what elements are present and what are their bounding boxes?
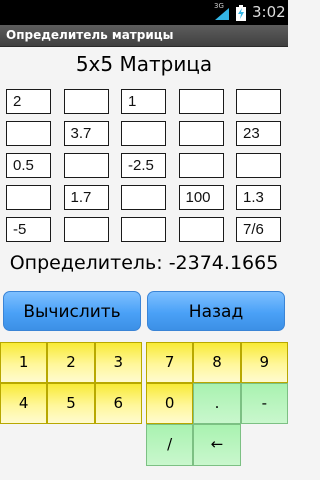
back-button[interactable]: Назад [147,291,285,331]
matrix-cell-2-4[interactable] [178,121,224,146]
matrix-cell-5-1[interactable]: -5 [6,217,51,242]
matrix-cell-2-3[interactable] [121,121,166,146]
matrix-heading: 5x5 Матрица [75,52,213,76]
matrix-cell-1-1[interactable]: 2 [6,89,51,114]
key-2[interactable]: 2 [47,342,95,383]
matrix-cell-4-2[interactable]: 1.7 [63,185,109,210]
key-9[interactable]: 9 [240,342,288,383]
key-8[interactable]: 8 [193,342,241,383]
calculate-button[interactable]: Вычислить [3,291,141,331]
signal-icon [215,8,229,20]
app-title-bar: Определитель матрицы [0,25,288,47]
matrix-cell-4-4[interactable]: 100 [178,185,224,210]
key-0[interactable]: 0 [146,383,194,424]
matrix-cell-3-1[interactable]: 0.5 [6,153,51,178]
matrix-cell-3-4[interactable] [178,153,224,178]
matrix-cell-5-4[interactable] [178,217,224,242]
battery-charging-icon [236,5,246,21]
matrix-cell-4-1[interactable] [6,185,51,210]
matrix-cell-2-5[interactable]: 23 [236,121,281,146]
matrix-cell-4-5[interactable]: 1.3 [236,185,281,210]
matrix-cell-2-1[interactable] [6,121,51,146]
clock: 3:02 [252,3,286,21]
key-5[interactable]: 5 [47,383,95,424]
matrix-cell-2-2[interactable]: 3.7 [63,121,109,146]
determinant-result: Определитель: -2374.1665 [9,252,279,274]
matrix-cell-1-4[interactable] [178,89,224,114]
key-minus[interactable]: - [240,383,288,424]
key-backspace[interactable]: ← [193,424,241,466]
matrix-cell-1-3[interactable]: 1 [121,89,166,114]
key-blank [241,424,288,466]
matrix-cell-5-2[interactable] [63,217,109,242]
matrix-cell-1-2[interactable] [63,89,109,114]
status-bar: 3G 3:02 [0,0,288,25]
keypad-left: 123 456 [0,342,142,424]
key-7[interactable]: 7 [146,342,194,383]
key-dot[interactable]: . [193,383,241,424]
matrix-cell-5-3[interactable] [121,217,166,242]
matrix-cell-4-3[interactable] [121,185,166,210]
keypad-right: 7 8 9 0. - / ← [146,342,288,480]
matrix-grid: 2 1 3.7 23 0.5 -2.5 1.7 100 1.3 -5 7/6 [6,89,288,242]
key-6[interactable]: 6 [94,383,142,424]
key-1[interactable]: 1 [0,342,48,383]
app-title: Определитель матрицы [6,28,174,42]
key-3[interactable]: 3 [94,342,142,383]
matrix-cell-1-5[interactable] [236,89,281,114]
matrix-cell-5-5[interactable]: 7/6 [236,217,281,242]
key-4[interactable]: 4 [0,383,48,424]
matrix-cell-3-5[interactable] [236,153,281,178]
matrix-cell-3-2[interactable] [63,153,109,178]
key-slash[interactable]: / [146,424,194,466]
matrix-cell-3-3[interactable]: -2.5 [121,153,166,178]
